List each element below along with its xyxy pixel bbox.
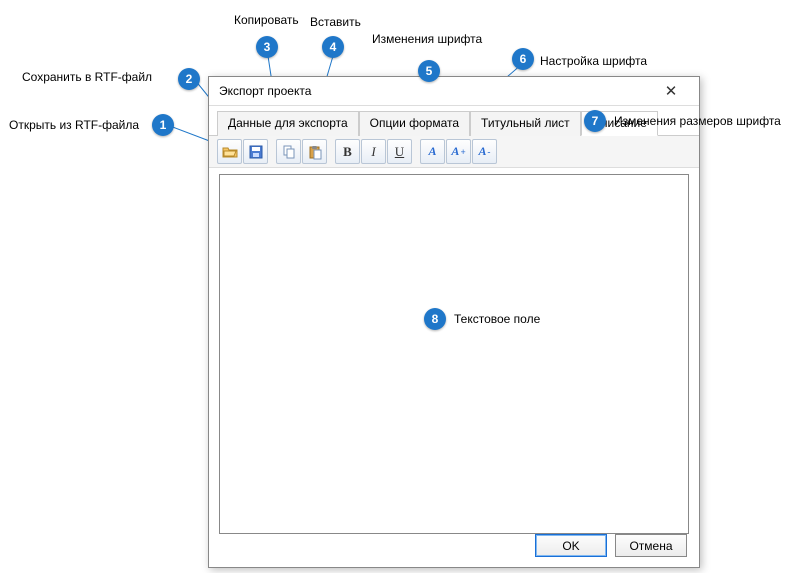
callout-label-6: Настройка шрифта xyxy=(540,54,647,68)
italic-button[interactable]: I xyxy=(361,139,386,164)
callout-bubble-2: 2 xyxy=(178,68,200,90)
callout-label-5: Изменения шрифта xyxy=(372,32,482,46)
callout-bubble-8: 8 xyxy=(424,308,446,330)
callout-label-2: Сохранить в RTF-файл xyxy=(22,70,152,84)
callout-bubble-5: 5 xyxy=(418,60,440,82)
copy-icon xyxy=(281,144,297,160)
callout-bubble-4: 4 xyxy=(322,36,344,58)
description-textarea[interactable] xyxy=(219,174,689,534)
open-rtf-button[interactable] xyxy=(217,139,242,164)
copy-button[interactable] xyxy=(276,139,301,164)
close-icon[interactable]: ✕ xyxy=(651,82,691,100)
save-icon xyxy=(248,144,264,160)
save-rtf-button[interactable] xyxy=(243,139,268,164)
underline-button[interactable]: U xyxy=(387,139,412,164)
tab-export-data[interactable]: Данные для экспорта xyxy=(217,111,359,136)
callout-label-8: Текстовое поле xyxy=(454,312,540,326)
callout-bubble-6: 6 xyxy=(512,48,534,70)
paste-icon xyxy=(307,144,323,160)
paste-button[interactable] xyxy=(302,139,327,164)
callout-bubble-1: 1 xyxy=(152,114,174,136)
callout-bubble-3: 3 xyxy=(256,36,278,58)
callout-label-7: Изменения размеров шрифта xyxy=(614,114,781,128)
callout-label-4: Вставить xyxy=(310,15,361,29)
bold-button[interactable]: B xyxy=(335,139,360,164)
callout-label-3: Копировать xyxy=(234,13,299,27)
titlebar: Экспорт проекта ✕ xyxy=(209,77,699,106)
ok-button[interactable]: OK xyxy=(535,534,607,557)
font-decrease-button[interactable]: A- xyxy=(472,139,497,164)
underline-icon: U xyxy=(395,144,404,160)
dialog-buttons: OK Отмена xyxy=(535,534,687,557)
folder-open-icon xyxy=(222,144,238,160)
callout-bubble-7: 7 xyxy=(584,110,606,132)
font-increase-icon: A+ xyxy=(451,144,465,159)
cancel-button[interactable]: Отмена xyxy=(615,534,687,557)
callout-label-1: Открыть из RTF-файла xyxy=(9,118,139,132)
font-icon: A xyxy=(428,144,436,159)
italic-icon: I xyxy=(371,144,375,160)
bold-icon: B xyxy=(343,144,352,160)
tab-title-page[interactable]: Титульный лист xyxy=(470,111,581,136)
dialog-title: Экспорт проекта xyxy=(219,84,311,98)
font-increase-button[interactable]: A+ xyxy=(446,139,471,164)
font-decrease-icon: A- xyxy=(478,144,490,159)
rtf-toolbar: B I U A A+ A- xyxy=(209,136,699,168)
tab-format-options[interactable]: Опции формата xyxy=(359,111,470,136)
font-dialog-button[interactable]: A xyxy=(420,139,445,164)
